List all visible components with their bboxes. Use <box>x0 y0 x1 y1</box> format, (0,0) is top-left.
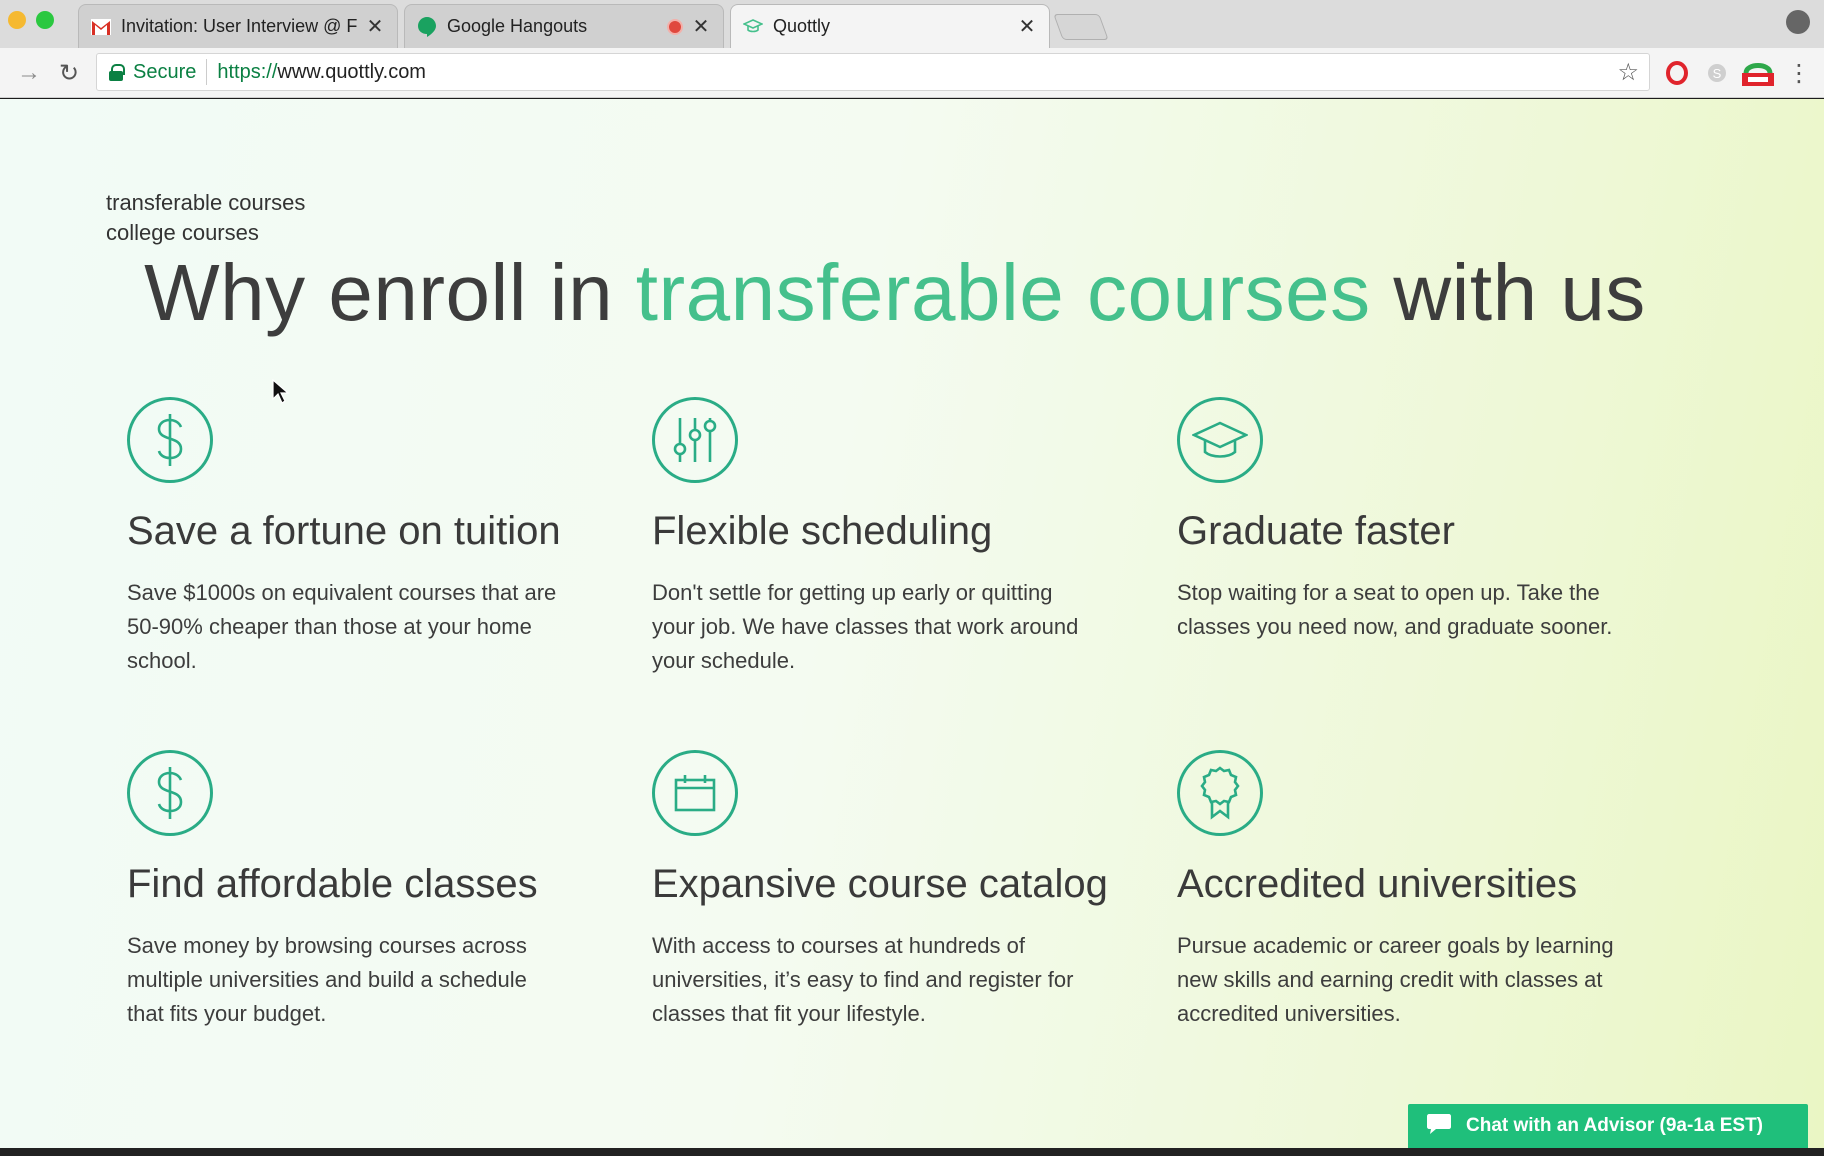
maximize-window-button[interactable] <box>36 11 54 29</box>
reload-icon[interactable]: ↻ <box>54 58 84 88</box>
new-tab-button[interactable] <box>1053 14 1109 40</box>
feature-title: Save a fortune on tuition <box>127 509 561 553</box>
feature-description: Save $1000s on equivalent courses that a… <box>127 580 557 673</box>
browser-tab-strip: Invitation: User Interview @ Fri ✕ Googl… <box>0 0 1824 48</box>
feature-affordable-classes: Find affordable classes Save money by br… <box>127 750 587 1031</box>
feature-flexible-scheduling: Flexible scheduling Don't settle for get… <box>652 397 1112 678</box>
close-icon[interactable]: ✕ <box>365 14 385 39</box>
new-badge-extension-icon[interactable] <box>1740 60 1776 86</box>
chat-bubble-icon <box>1426 1112 1452 1141</box>
url-host: www.quottly.com <box>277 60 426 83</box>
keyword-text: transferable courses <box>106 190 306 215</box>
headline-after: with us <box>1370 248 1646 337</box>
feature-description: Don't settle for getting up early or qui… <box>652 580 1079 673</box>
skype-extension-icon[interactable]: S <box>1704 60 1730 86</box>
hangouts-icon <box>417 16 437 37</box>
feature-description: Pursue academic or career goals by learn… <box>1177 933 1614 1026</box>
feature-description: Stop waiting for a seat to open up. Take… <box>1177 580 1613 639</box>
omnibox-divider <box>206 59 208 85</box>
recording-indicator-icon <box>667 18 683 35</box>
tab-title: Invitation: User Interview @ Fri <box>121 16 357 36</box>
feature-title: Flexible scheduling <box>652 509 993 553</box>
feature-accredited-universities: Accredited universities Pursue academic … <box>1177 750 1637 1031</box>
feature-description: Save money by browsing courses across mu… <box>127 933 527 1026</box>
profile-avatar-icon[interactable] <box>1786 10 1810 34</box>
address-bar[interactable]: Secure https:// www.quottly.com ☆ <box>96 53 1650 91</box>
svg-text:S: S <box>1713 66 1722 81</box>
bookmark-star-icon[interactable]: ☆ <box>1617 58 1639 87</box>
mouse-cursor-icon <box>272 378 290 410</box>
secure-label: Secure <box>133 60 197 83</box>
award-ribbon-icon <box>1177 750 1263 836</box>
feature-graduate-faster: Graduate faster Stop waiting for a seat … <box>1177 397 1637 644</box>
feature-title: Accredited universities <box>1177 862 1578 906</box>
dollar-icon <box>127 750 213 836</box>
gmail-icon <box>91 17 111 37</box>
forward-arrow-icon[interactable]: → <box>14 58 44 88</box>
dollar-icon <box>127 397 213 483</box>
feature-description: With access to courses at hundreds of un… <box>652 933 1074 1026</box>
bottom-edge-bar <box>0 1148 1824 1156</box>
quottly-cap-icon <box>743 17 763 37</box>
tab-quottly[interactable]: Quottly ✕ <box>730 4 1050 48</box>
tab-title: Quottly <box>773 16 831 36</box>
chat-advisor-button[interactable]: Chat with an Advisor (9a-1a EST) <box>1408 1104 1808 1148</box>
page-content: transferable courses college courses Why… <box>0 99 1824 1148</box>
feature-save-tuition: Save a fortune on tuition Save $1000s on… <box>127 397 587 678</box>
minimize-window-button[interactable] <box>8 11 26 29</box>
sliders-icon <box>652 397 738 483</box>
feature-title: Graduate faster <box>1177 509 1455 553</box>
graduation-cap-icon <box>1177 397 1263 483</box>
browser-toolbar: → ↻ Secure https:// www.quottly.com ☆ S … <box>0 48 1824 98</box>
feature-title: Expansive course catalog <box>652 862 1108 906</box>
tab-title: Google Hangouts <box>447 16 588 36</box>
close-icon[interactable]: ✕ <box>1017 14 1037 39</box>
tab-google-hangouts[interactable]: Google Hangouts ✕ <box>404 4 724 48</box>
kebab-menu-icon[interactable]: ⋮ <box>1784 58 1814 88</box>
opera-extension-icon[interactable] <box>1664 60 1690 86</box>
feature-title: Find affordable classes <box>127 862 538 906</box>
tab-gmail-invitation[interactable]: Invitation: User Interview @ Fri ✕ <box>78 4 398 48</box>
close-icon[interactable]: ✕ <box>691 14 711 39</box>
keyword-text: college courses <box>106 220 259 245</box>
calendar-icon <box>652 750 738 836</box>
page-headline: Why enroll in transferable courses with … <box>0 247 1790 339</box>
lock-icon <box>109 64 125 81</box>
chat-advisor-label: Chat with an Advisor (9a-1a EST) <box>1466 1115 1764 1136</box>
feature-course-catalog: Expansive course catalog With access to … <box>652 750 1112 1031</box>
headline-accent: transferable courses <box>635 248 1371 337</box>
headline-before: Why enroll in <box>144 248 636 337</box>
url-scheme: https:// <box>217 60 278 83</box>
